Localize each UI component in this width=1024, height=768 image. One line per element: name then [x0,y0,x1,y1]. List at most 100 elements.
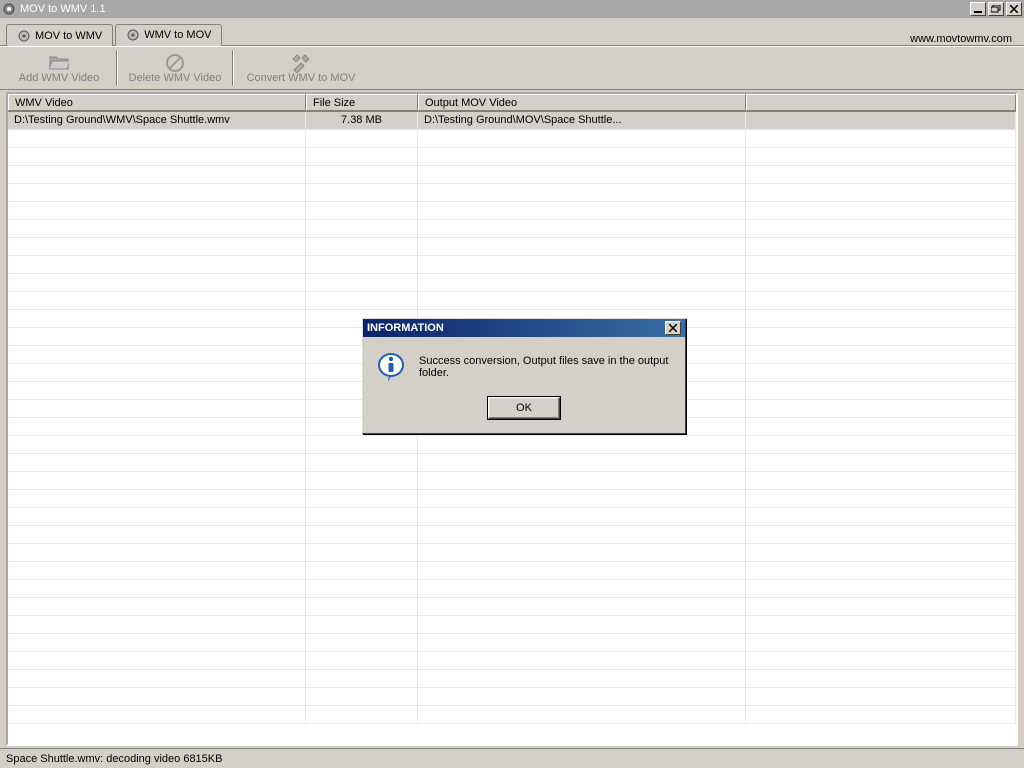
cell [418,166,746,183]
cell [8,328,306,345]
table-row [8,490,1016,508]
cell [8,256,306,273]
cell [306,238,418,255]
table-row [8,508,1016,526]
cell: D:\Testing Ground\WMV\Space Shuttle.wmv [8,112,306,129]
cell [746,526,1016,543]
column-header-output-mov[interactable]: Output MOV Video [418,94,746,111]
cell [306,706,418,723]
table-row [8,130,1016,148]
tools-icon [291,53,311,71]
vendor-url: www.movtowmv.com [910,33,1012,45]
cell [8,670,306,687]
add-wmv-button[interactable]: Add WMV Video [4,48,114,88]
cell [306,598,418,615]
dialog-message: Success conversion, Output files save in… [419,351,673,379]
cell [746,634,1016,651]
tab-wmv-to-mov[interactable]: WMV to MOV [115,24,222,46]
table-row [8,598,1016,616]
cell [8,130,306,147]
column-header-blank[interactable] [746,94,1016,111]
cell [8,202,306,219]
cell [8,382,306,399]
dialog-titlebar[interactable]: INFORMATION [363,319,685,337]
cell [418,220,746,237]
cell [8,166,306,183]
dialog-close-button[interactable] [665,321,681,335]
cell [746,148,1016,165]
cell [746,436,1016,453]
cell: D:\Testing Ground\MOV\Space Shuttle... [418,112,746,129]
column-header-wmv-video[interactable]: WMV Video [8,94,306,111]
statusbar: Space Shuttle.wmv: decoding video 6815KB [0,748,1024,768]
cell [418,580,746,597]
window-controls [970,2,1022,16]
table-row[interactable]: D:\Testing Ground\WMV\Space Shuttle.wmv7… [8,112,1016,130]
convert-wmv-button[interactable]: Convert WMV to MOV [236,48,366,88]
cell [306,472,418,489]
cell [418,634,746,651]
table-row [8,580,1016,598]
cell [418,508,746,525]
cell [418,616,746,633]
minimize-button[interactable] [970,2,986,16]
cell [418,670,746,687]
cell [746,346,1016,363]
cell [746,184,1016,201]
close-button[interactable] [1006,2,1022,16]
cell [746,652,1016,669]
cell [746,382,1016,399]
cell [418,598,746,615]
cell [306,292,418,309]
cell [8,598,306,615]
cell [418,490,746,507]
tab-mov-to-wmv[interactable]: MOV to WMV [6,24,113,46]
cell [418,256,746,273]
cell [746,220,1016,237]
dialog-buttons: OK [363,389,685,433]
grid-header: WMV Video File Size Output MOV Video [8,94,1016,112]
cell [746,688,1016,705]
cell: 7.38 MB [306,112,418,129]
cell [8,616,306,633]
cell [746,274,1016,291]
no-entry-icon [165,53,185,71]
delete-wmv-button[interactable]: Delete WMV Video [120,48,230,88]
cell [746,400,1016,417]
cell [746,580,1016,597]
cell [746,112,1016,129]
cell [8,400,306,417]
cell [8,184,306,201]
table-row [8,148,1016,166]
cell [306,184,418,201]
table-row [8,256,1016,274]
cell [746,562,1016,579]
cell [746,130,1016,147]
cell [418,436,746,453]
table-row [8,472,1016,490]
cell [418,454,746,471]
table-row [8,454,1016,472]
tabstrip: MOV to WMV WMV to MOV www.movtowmv.com [0,18,1024,46]
cell [8,508,306,525]
cell [418,202,746,219]
restore-button[interactable] [988,2,1004,16]
table-row [8,652,1016,670]
cell [306,562,418,579]
cell [8,490,306,507]
cell [306,436,418,453]
cell [8,706,306,723]
table-row [8,220,1016,238]
cell [306,616,418,633]
cell [8,688,306,705]
cell [746,490,1016,507]
cell [746,328,1016,345]
cell [306,580,418,597]
cell [418,130,746,147]
cell [306,634,418,651]
reel-icon [126,28,140,42]
column-header-file-size[interactable]: File Size [306,94,418,111]
table-row [8,688,1016,706]
ok-button[interactable]: OK [488,397,560,419]
cell [8,238,306,255]
